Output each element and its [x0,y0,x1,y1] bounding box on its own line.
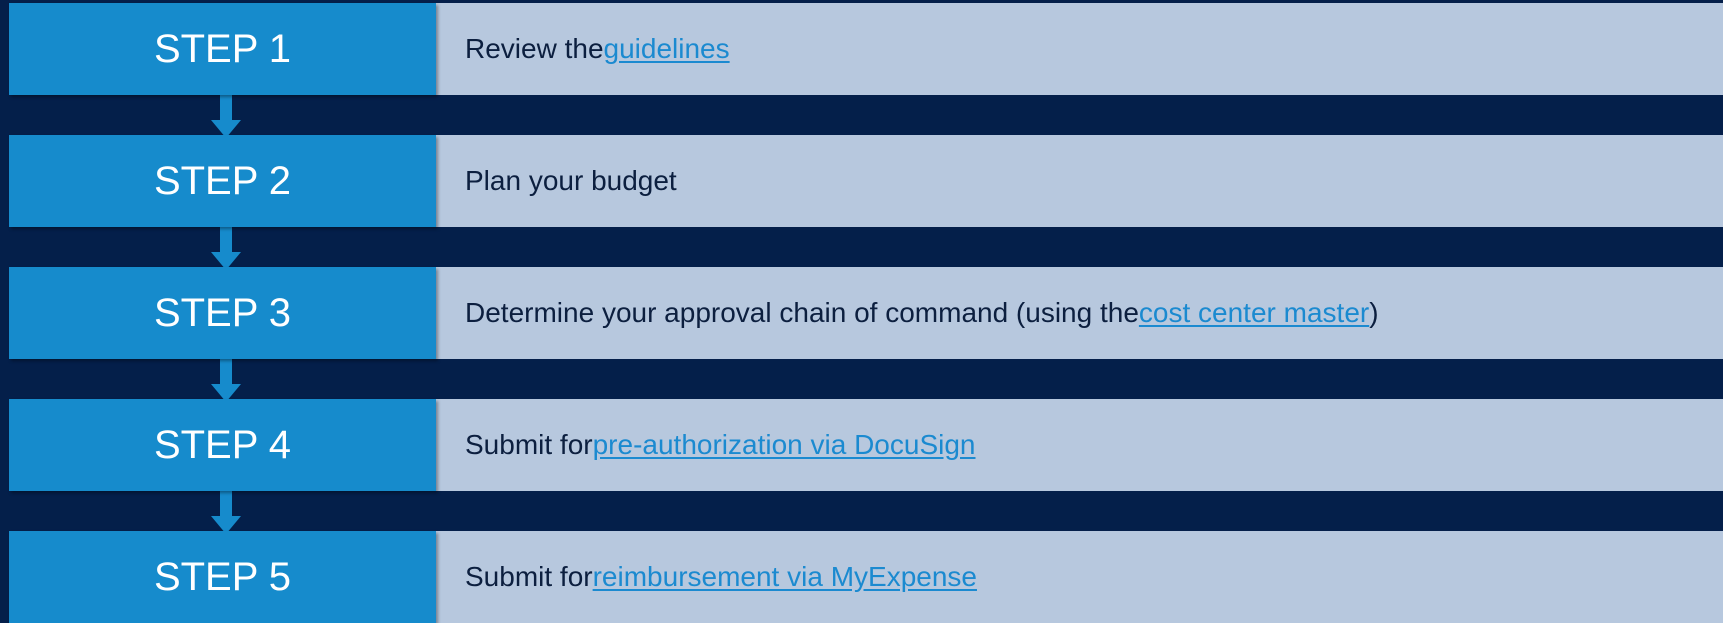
down-arrow-icon [211,490,241,534]
step-text: Submit for [465,429,593,460]
step-description: Submit for pre-authorization via DocuSig… [436,399,1723,491]
cost-center-master-link[interactable]: cost center master [1139,297,1369,329]
step-text: Plan your budget [465,165,677,196]
step-row-2: STEP 2 Plan your budget [9,135,1723,227]
step-label: STEP 4 [9,399,436,491]
down-arrow-icon [211,358,241,402]
step-row-3: STEP 3 Determine your approval chain of … [9,267,1723,359]
step-description: Plan your budget [436,135,1723,227]
down-arrow-icon [211,226,241,270]
step-label: STEP 2 [9,135,436,227]
step-text: Submit for [465,561,593,592]
step-description: Review the guidelines [436,3,1723,95]
reimbursement-myexpense-link[interactable]: reimbursement via MyExpense [593,561,977,593]
step-row-1: STEP 1 Review the guidelines [9,3,1723,95]
step-description: Submit for reimbursement via MyExpense [436,531,1723,623]
guidelines-link[interactable]: guidelines [604,33,730,65]
step-label: STEP 1 [9,3,436,95]
step-text: Determine your approval chain of command… [465,297,1139,328]
pre-authorization-docusign-link[interactable]: pre-authorization via DocuSign [593,429,976,461]
step-label: STEP 3 [9,267,436,359]
step-row-4: STEP 4 Submit for pre-authorization via … [9,399,1723,491]
step-description: Determine your approval chain of command… [436,267,1723,359]
step-label: STEP 5 [9,531,436,623]
step-text: Review the [465,33,604,64]
step-text-suffix: ) [1369,297,1379,328]
down-arrow-icon [211,94,241,138]
step-row-5: STEP 5 Submit for reimbursement via MyEx… [9,531,1723,623]
